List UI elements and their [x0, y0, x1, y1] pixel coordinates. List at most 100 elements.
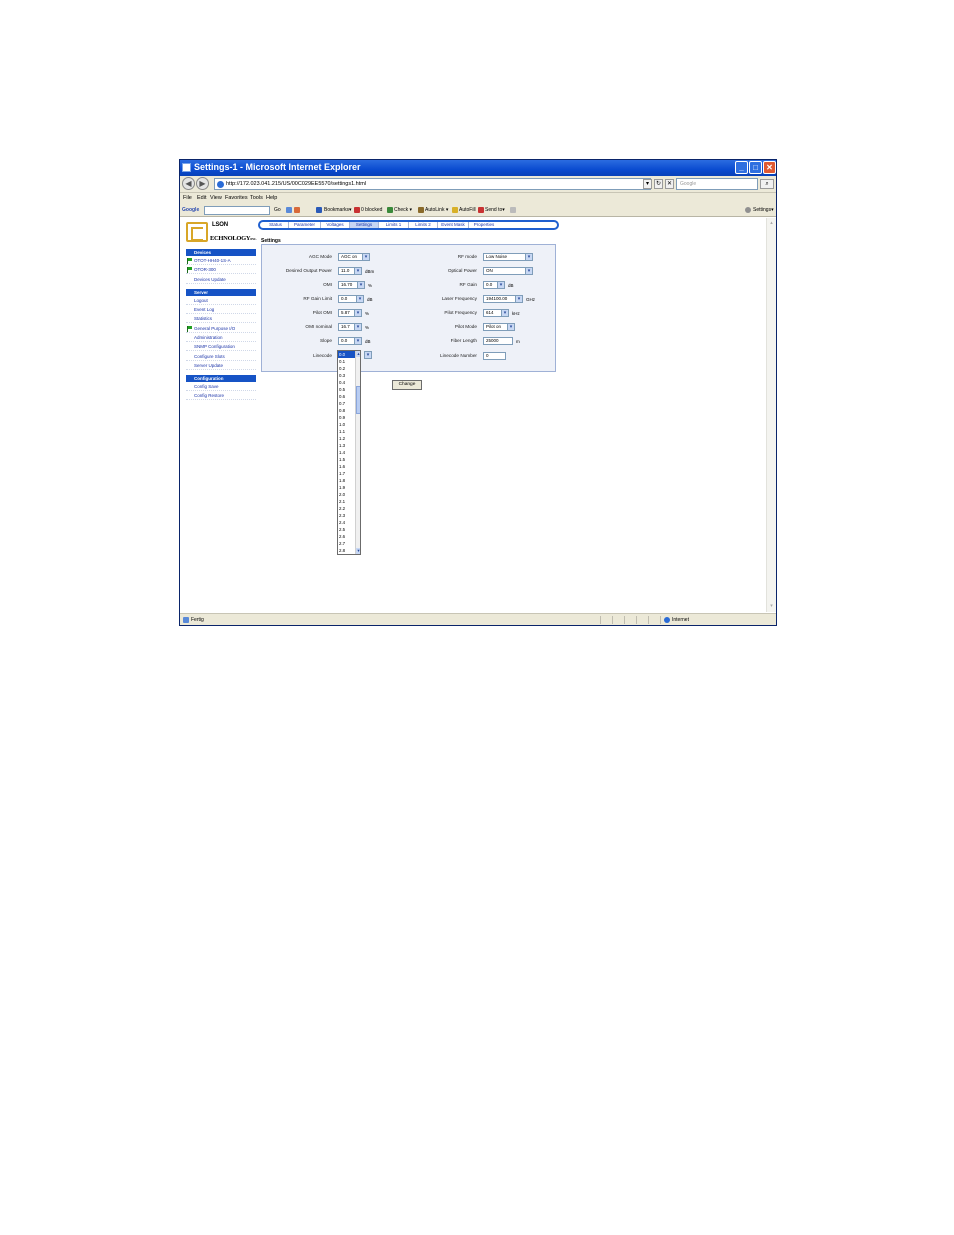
sidebar-item-server-update[interactable]: Server Update [186, 362, 256, 370]
pilot-omi-select[interactable]: 5.87 ▾ [338, 309, 362, 317]
tab-limits-2[interactable]: Limits 2 [409, 222, 438, 228]
menu-favorites[interactable]: Favorites [225, 195, 248, 201]
slope-option[interactable]: 0.9 [338, 414, 355, 421]
title-bar[interactable]: Settings-1 - Microsoft Internet Explorer… [180, 160, 776, 176]
slope-option[interactable]: 1.5 [338, 456, 355, 463]
tab-status[interactable]: Status [263, 222, 289, 228]
slope-option[interactable]: 2.8 [338, 547, 355, 554]
linecode-number-input[interactable]: 0 [483, 352, 506, 360]
slope-option[interactable]: 1.1 [338, 428, 355, 435]
slope-option[interactable]: 2.6 [338, 533, 355, 540]
sidebar-item-snmp[interactable]: SNMP Configuration [186, 343, 256, 351]
pilot-frequency-select[interactable]: 614 ▾ [483, 309, 509, 317]
slope-option[interactable]: 0.2 [338, 365, 355, 372]
slope-option[interactable]: 2.7 [338, 540, 355, 547]
refresh-button[interactable]: ↻ [654, 179, 663, 189]
scrollbar-thumb[interactable] [356, 386, 360, 414]
slope-option[interactable]: 0.7 [338, 400, 355, 407]
agc-mode-select[interactable]: AGC on ▾ [338, 253, 370, 261]
back-button[interactable]: ◀ [182, 177, 195, 190]
sidebar-device-otot[interactable]: OTOT-HH40-1S-A [186, 257, 256, 265]
scroll-down-icon[interactable]: ▾ [768, 603, 775, 609]
slope-option[interactable]: 2.4 [338, 519, 355, 526]
sidebar-item-administration[interactable]: Administration [186, 334, 256, 342]
maximize-button[interactable]: □ [749, 161, 762, 174]
menu-view[interactable]: View [210, 195, 222, 201]
scroll-up-icon[interactable]: ▴ [356, 351, 360, 357]
page-scrollbar[interactable]: ▴ ▾ [766, 218, 776, 612]
address-dropdown-button[interactable]: ▾ [643, 179, 652, 189]
sidebar-item-config-restore[interactable]: Config Restore [186, 392, 256, 400]
slope-option[interactable]: 1.8 [338, 477, 355, 484]
slope-option[interactable]: 2.5 [338, 526, 355, 533]
slope-option[interactable]: 0.0 [338, 351, 355, 358]
toolbar-icon[interactable] [286, 207, 292, 213]
slope-option[interactable]: 2.0 [338, 491, 355, 498]
google-go-button[interactable]: Go [274, 207, 281, 213]
autofill-button[interactable]: AutoFill [459, 207, 476, 213]
omi-nominal-select[interactable]: 16.7 ▾ [338, 323, 362, 331]
sidebar-item-logout[interactable]: Logout [186, 297, 256, 305]
laser-frequency-select[interactable]: 194100.00 ▾ [483, 295, 523, 303]
sidebar-device-otor[interactable]: OTOR-300 [186, 266, 256, 274]
optical-power-select[interactable]: ON ▾ [483, 267, 533, 275]
tab-limits-1[interactable]: Limits 1 [379, 222, 409, 228]
slope-option[interactable]: 2.9 [338, 554, 355, 555]
slope-option[interactable]: 1.0 [338, 421, 355, 428]
linecode-select[interactable]: ▾ [361, 351, 372, 360]
sendto-button[interactable]: Send to▾ [485, 207, 505, 213]
check-button[interactable]: Check ▾ [394, 207, 412, 213]
slope-option[interactable]: 1.7 [338, 470, 355, 477]
google-search-input[interactable] [204, 206, 270, 215]
autolink-button[interactable]: AutoLink ▾ [425, 207, 448, 213]
slope-option[interactable]: 0.1 [338, 358, 355, 365]
sidebar-item-config-save[interactable]: Config Save [186, 383, 256, 391]
rf-gain-select[interactable]: 0.0 ▾ [483, 281, 505, 289]
slope-option[interactable]: 0.3 [338, 372, 355, 379]
menu-edit[interactable]: Edit [197, 195, 206, 201]
slope-option[interactable]: 1.6 [338, 463, 355, 470]
scroll-up-icon[interactable]: ▴ [768, 220, 775, 226]
menu-file[interactable]: File [183, 195, 192, 201]
rf-mode-select[interactable]: Low Noise ▾ [483, 253, 533, 261]
dropdown-scrollbar[interactable]: ▴ ▾ [355, 351, 360, 554]
search-input[interactable]: Google [676, 178, 758, 190]
tab-properties[interactable]: Properties [469, 222, 499, 228]
url-input[interactable]: http://172.023.041.215/US/00C029EE5570/s… [214, 178, 651, 190]
slope-option[interactable]: 1.3 [338, 442, 355, 449]
bookmarks-button[interactable]: Bookmarks▾ [324, 207, 352, 213]
omi-select[interactable]: 16.70 ▾ [338, 281, 365, 289]
slope-option[interactable]: 0.4 [338, 379, 355, 386]
slope-option[interactable]: 0.6 [338, 393, 355, 400]
slope-option[interactable]: 1.2 [338, 435, 355, 442]
forward-button[interactable]: ▶ [196, 177, 209, 190]
settings-button[interactable]: Settings▾ [753, 207, 774, 213]
search-button[interactable]: ⌕ [760, 179, 774, 189]
scroll-down-icon[interactable]: ▾ [356, 548, 360, 554]
pagerank-icon[interactable] [294, 207, 300, 213]
rf-gain-limit-select[interactable]: 0.0 ▾ [338, 295, 364, 303]
slope-dropdown-list[interactable]: 0.0 0.1 0.2 0.3 0.4 0.5 0.6 0.7 0.8 0.9 1.0 1.1 1.2 1… [337, 350, 361, 555]
fiber-length-input[interactable]: 25000 [483, 337, 513, 345]
slope-option[interactable]: 1.9 [338, 484, 355, 491]
menu-tools[interactable]: Tools [250, 195, 263, 201]
sidebar-item-configure-slots[interactable]: Configure Slots [186, 353, 256, 361]
slope-option[interactable]: 1.4 [338, 449, 355, 456]
slope-option[interactable]: 2.3 [338, 512, 355, 519]
tab-voltages[interactable]: Voltages [321, 222, 350, 228]
slope-option[interactable]: 2.2 [338, 505, 355, 512]
sidebar-item-statistics[interactable]: Statistics [186, 315, 256, 323]
pencil-icon[interactable] [510, 207, 516, 213]
stop-button[interactable]: ✕ [665, 179, 674, 189]
sidebar-item-devices-update[interactable]: Devices Update [186, 276, 256, 284]
change-button[interactable]: Change [392, 380, 422, 390]
pilot-mode-select[interactable]: Pilot on ▾ [483, 323, 515, 331]
sidebar-item-event-log[interactable]: Event Log [186, 306, 256, 314]
minimize-button[interactable]: _ [735, 161, 748, 174]
tab-event-mask[interactable]: Event Mask [438, 222, 469, 228]
sidebar-item-general-purpose[interactable]: General Purpose I/O [186, 325, 256, 333]
slope-option[interactable]: 0.5 [338, 386, 355, 393]
tab-parameter[interactable]: Parameter [289, 222, 321, 228]
tab-settings[interactable]: Settings [350, 222, 379, 228]
slope-option[interactable]: 2.1 [338, 498, 355, 505]
